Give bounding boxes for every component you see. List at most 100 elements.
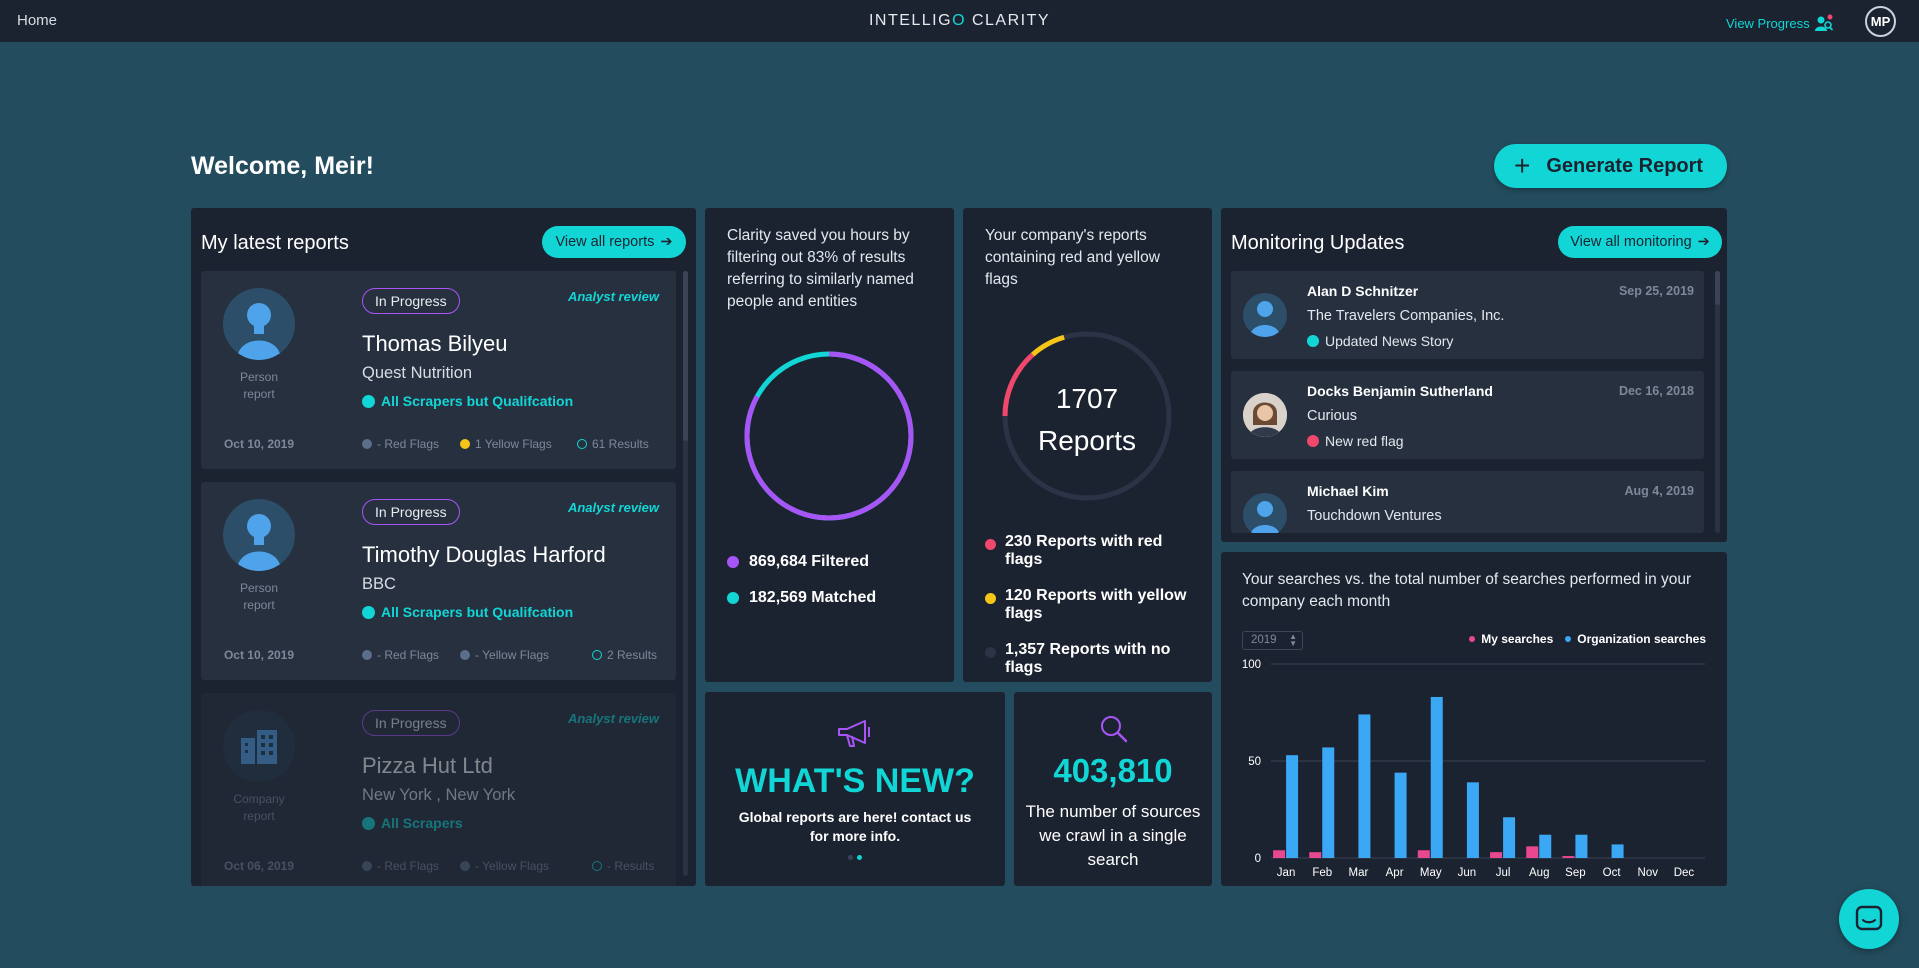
view-all-monitoring-button[interactable]: View all monitoring ➔ xyxy=(1558,226,1722,258)
report-card[interactable]: Company report Oct 06, 2019 In Progress A… xyxy=(201,693,676,886)
report-type-line1: Company xyxy=(233,792,285,806)
red-flag-icon xyxy=(362,861,372,871)
user-avatar[interactable]: MP xyxy=(1865,6,1896,37)
yellow-flags-count: - Yellow Flags xyxy=(460,859,549,873)
top-navbar: Home INTELLIGO CLARITY View Progress MP xyxy=(0,0,1919,42)
x-tick-label: Apr xyxy=(1386,867,1404,879)
whats-new-text: Global reports are here! contact us for … xyxy=(738,809,972,844)
bar-my-searches xyxy=(1417,850,1430,858)
view-progress-label: View Progress xyxy=(1726,15,1810,31)
legend-my-searches-label: My searches xyxy=(1481,632,1554,646)
report-type: Person report xyxy=(211,369,307,403)
red-flags-label: - Red Flags xyxy=(377,437,440,451)
donut-red-arc xyxy=(1002,352,1035,417)
analyst-review-label: Analyst review xyxy=(567,500,659,515)
bar-my-searches xyxy=(1309,852,1322,858)
chat-support-button[interactable] xyxy=(1839,889,1899,949)
monitoring-update-label: Updated News Story xyxy=(1325,333,1454,349)
y-tick-label: 0 xyxy=(1255,853,1261,865)
brand-logo[interactable]: INTELLIGO CLARITY xyxy=(0,12,1919,30)
filtered-donut-chart xyxy=(744,351,914,521)
status-badge: In Progress xyxy=(362,710,460,736)
donut-yellow-arc xyxy=(1031,334,1065,357)
filtered-results-description: Clarity saved you hours by filtering out… xyxy=(727,227,914,310)
search-icon xyxy=(1101,716,1128,743)
monitoring-subtitle: Touchdown Ventures xyxy=(1307,508,1442,524)
bar-org-searches xyxy=(1611,844,1624,858)
yellow-flag-icon xyxy=(985,593,996,604)
carousel-dot-active[interactable] xyxy=(857,855,862,860)
monitoring-update: Updated News Story xyxy=(1307,333,1453,349)
x-tick-label: Aug xyxy=(1529,867,1549,879)
select-arrows-icon: ▲ ▼ xyxy=(1289,632,1297,648)
monitoring-scrollbar-thumb[interactable] xyxy=(1715,271,1720,305)
reports-scrollbar-thumb[interactable] xyxy=(683,271,688,441)
x-tick-label: Oct xyxy=(1603,867,1622,879)
report-subject-name[interactable]: Timothy Douglas Harford xyxy=(362,542,606,568)
legend-org-searches: Organization searches xyxy=(1565,632,1706,646)
red-flags-count: - Red Flags xyxy=(362,859,439,873)
report-subject-name[interactable]: Thomas Bilyeu xyxy=(362,331,508,357)
flags-total-label: Reports xyxy=(1038,425,1136,456)
carousel-dot[interactable] xyxy=(848,855,853,860)
scraper-dot-icon xyxy=(362,816,375,830)
searches-chart-panel: Your searches vs. the total number of se… xyxy=(1221,552,1727,886)
monitoring-date: Aug 4, 2019 xyxy=(1624,484,1694,498)
report-subject-company: Quest Nutrition xyxy=(362,364,473,382)
report-card[interactable]: Person report Oct 10, 2019 In Progress An… xyxy=(201,271,676,469)
generate-report-button[interactable]: + Generate Report xyxy=(1494,144,1727,188)
report-date: Oct 06, 2019 xyxy=(223,859,295,873)
results-count: 61 Results xyxy=(577,437,649,451)
scraper-label: All Scrapers but Qualifcation xyxy=(381,393,574,409)
monitoring-scrollbar[interactable] xyxy=(1715,271,1720,533)
status-badge: In Progress xyxy=(362,499,460,525)
results-count: 2 Results xyxy=(592,648,657,662)
legend-blue-dot-icon xyxy=(1565,636,1572,642)
x-tick-label: Nov xyxy=(1638,867,1659,879)
latest-reports-title: My latest reports xyxy=(201,232,349,254)
welcome-heading: Welcome, Meir! xyxy=(191,152,374,180)
scraper-label: All Scrapers xyxy=(381,815,463,831)
yellow-summary-line2: flags xyxy=(1005,605,1043,622)
brand-logo-accent: O xyxy=(952,12,967,29)
filtered-label: 869,684 Filtered xyxy=(749,553,870,570)
sources-count: 403,810 xyxy=(1053,752,1173,789)
x-tick-label: Mar xyxy=(1349,867,1369,879)
yellow-flags-count: 1 Yellow Flags xyxy=(460,437,552,451)
red-flag-icon xyxy=(985,539,996,550)
bar-my-searches xyxy=(1562,856,1575,858)
bar-my-searches xyxy=(1273,850,1286,858)
person-avatar-icon xyxy=(1243,493,1287,533)
view-all-monitoring-label: View all monitoring xyxy=(1570,234,1692,250)
reports-scrollbar[interactable] xyxy=(683,271,688,876)
bar-my-searches xyxy=(1526,846,1539,858)
view-all-reports-button[interactable]: View all reports ➔ xyxy=(542,226,686,258)
report-card[interactable]: Person report Oct 10, 2019 In Progress An… xyxy=(201,482,676,680)
flag-icon xyxy=(1307,435,1319,447)
info-icon xyxy=(592,650,602,660)
status-badge: In Progress xyxy=(362,288,460,314)
analyst-review-label: Analyst review xyxy=(567,711,659,726)
sources-panel: 403,810 The number of sources we crawl i… xyxy=(1014,692,1212,886)
chat-icon xyxy=(1855,905,1883,931)
monitoring-item[interactable]: Alan D Schnitzer Sep 25, 2019 The Travel… xyxy=(1231,271,1704,359)
view-progress-link[interactable]: View Progress xyxy=(1726,14,1834,32)
legend-pink-dot-icon xyxy=(1469,636,1476,642)
carousel-dots[interactable] xyxy=(848,855,862,860)
monitoring-panel: Monitoring Updates View all monitoring ➔… xyxy=(1221,208,1727,542)
report-subject-name[interactable]: Pizza Hut Ltd xyxy=(362,753,493,779)
person-avatar-icon xyxy=(1243,293,1287,337)
none-summary-line1: 1,357 Reports with no xyxy=(1005,641,1171,658)
arrow-right-icon: ➔ xyxy=(1697,234,1710,250)
monitoring-update-label: New red flag xyxy=(1325,433,1404,449)
monitoring-item[interactable]: Docks Benjamin Sutherland Dec 16, 2018 C… xyxy=(1231,371,1704,459)
flags-description: Your company's reports containing red an… xyxy=(985,227,1160,288)
results-label: 61 Results xyxy=(592,437,649,451)
monitoring-item[interactable]: Michael Kim Aug 4, 2019 Touchdown Ventur… xyxy=(1231,471,1704,533)
scraper-setting: All Scrapers xyxy=(362,815,463,831)
year-select[interactable]: 2019 ▲ ▼ xyxy=(1242,631,1303,650)
x-tick-label: Jul xyxy=(1496,867,1511,879)
scraper-label: All Scrapers but Qualifcation xyxy=(381,604,574,620)
red-summary-line2: flags xyxy=(1005,551,1043,568)
yellow-flag-icon xyxy=(460,439,470,449)
